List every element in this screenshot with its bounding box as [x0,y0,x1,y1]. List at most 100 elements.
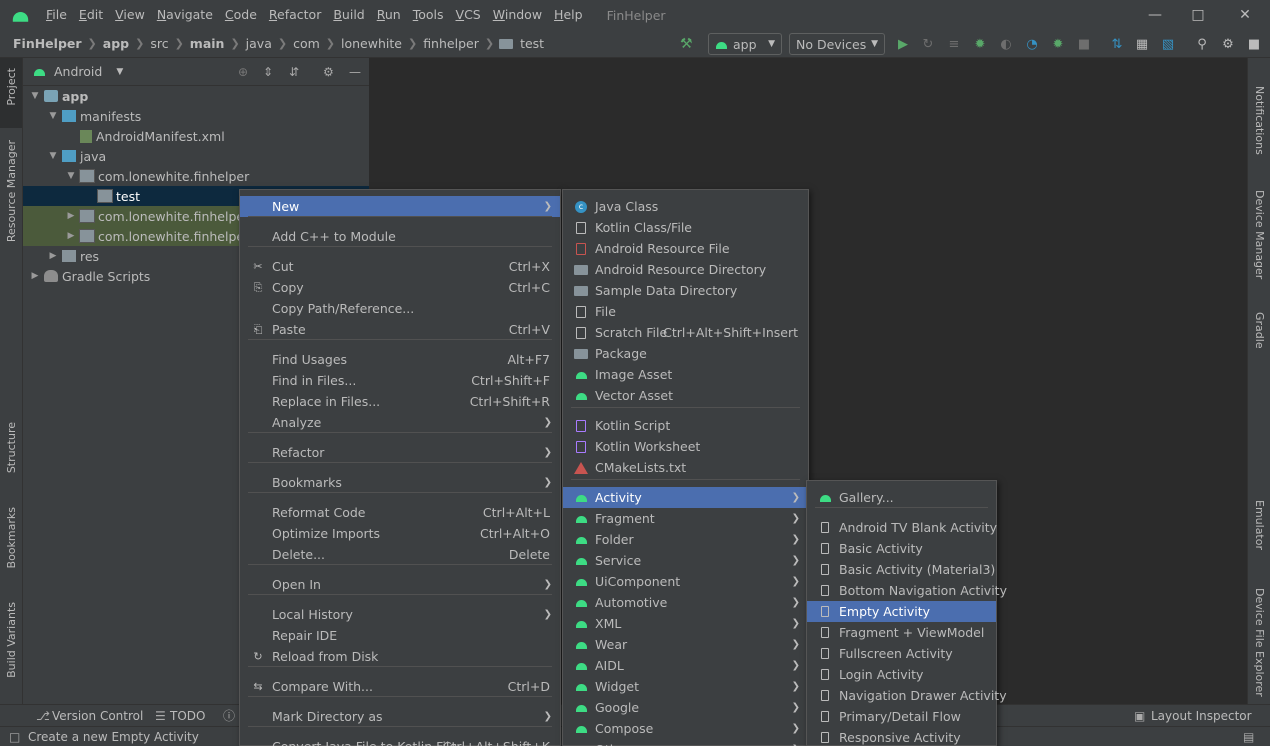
menu-item-delete[interactable]: Delete... Delete [240,544,560,565]
tab-device-manager[interactable]: Device Manager [1253,190,1266,279]
menu-item-fullscreen-activity[interactable]: Fullscreen Activity [807,643,996,664]
collapse-arrow-icon[interactable]: ▶ [65,211,77,221]
menu-item-java-class[interactable]: c Java Class [563,196,808,217]
menu-item-open-in[interactable]: Open In ❯ [240,574,560,595]
tab-layout-inspector[interactable]: Layout Inspector [1151,709,1252,723]
menu-item-paste[interactable]: ⎗ Paste Ctrl+V [240,319,560,340]
expand-arrow-icon[interactable]: ▼ [29,91,41,101]
tab-build-variants[interactable]: Build Variants [5,602,18,678]
lock-icon[interactable]: ▤ [1243,730,1254,744]
menu-item-add-c-to-module[interactable]: Add C++ to Module [240,226,560,247]
menu-item-copy[interactable]: ⎘ Copy Ctrl+C [240,277,560,298]
menu-item-bottom-navigation-activity[interactable]: Bottom Navigation Activity [807,580,1007,601]
sdk-manager-icon[interactable]: ▧ [1159,35,1177,53]
menu-item-convert-java-file-to-kotlin-file[interactable]: Convert Java File to Kotlin FileCtrl+Alt… [240,736,560,746]
avatar-icon[interactable]: ■ [1245,35,1263,53]
menu-item-sample-data-directory[interactable]: Sample Data Directory [563,280,808,301]
close-button[interactable]: ✕ [1222,0,1268,30]
menu-item-uicomponent[interactable]: UiComponent ❯ [563,571,808,592]
menu-item-analyze[interactable]: Analyze ❯ [240,412,560,433]
menu-code[interactable]: Code [219,0,263,30]
menu-item-reload-from-disk[interactable]: ↻ Reload from Disk [240,646,560,667]
breadcrumb-item-com[interactable]: com [290,36,323,51]
tab-notifications[interactable]: Notifications [1253,86,1266,155]
menu-run[interactable]: Run [371,0,407,30]
tab-bookmarks[interactable]: Bookmarks [5,507,18,568]
menu-item-other[interactable]: Other❯ [563,739,808,746]
expand-arrow-icon[interactable]: ▼ [47,151,59,161]
menu-item-file[interactable]: File [563,301,808,322]
collapse-arrow-icon[interactable]: ▶ [47,251,59,261]
apply-changes-icon[interactable]: ↻ [919,35,937,53]
breadcrumb-item-java[interactable]: java [243,36,275,51]
run-icon[interactable]: ▶ [894,35,912,53]
menu-item-basic-activity-material3[interactable]: Basic Activity (Material3) [807,559,996,580]
attach-debugger-icon[interactable]: ◐ [997,35,1015,53]
menu-item-xml[interactable]: XML ❯ [563,613,808,634]
device-select[interactable]: No Devices ▼ [789,33,885,55]
menu-item-kotlin-class-file[interactable]: Kotlin Class/File [563,217,808,238]
tree-item[interactable]: ▼ java [23,146,369,166]
menu-item-empty-activity[interactable]: Empty Activity [807,601,996,622]
menu-help[interactable]: Help [548,0,589,30]
status-toggle-icon[interactable]: □ [9,730,20,744]
tab-device-file-explorer[interactable]: Device File Explorer [1253,588,1266,697]
menu-item-mark-directory-as[interactable]: Mark Directory as ❯ [240,706,560,727]
breadcrumb-item-finhelper[interactable]: FinHelper [10,36,85,51]
device-manager-icon[interactable]: ▦ [1133,35,1151,53]
menu-refactor[interactable]: Refactor [263,0,327,30]
menu-vcs[interactable]: VCS [450,0,487,30]
tab-structure[interactable]: Structure [5,422,18,473]
tab-emulator[interactable]: Emulator [1253,500,1266,550]
coverage-icon[interactable]: ✹ [1049,35,1067,53]
chevron-down-icon[interactable]: ▼ [116,67,123,77]
menu-item-vector-asset[interactable]: Vector Asset [563,385,808,406]
menu-item-android-resource-directory[interactable]: Android Resource Directory [563,259,808,280]
menu-build[interactable]: Build [327,0,370,30]
settings-gear-icon[interactable]: ⚙ [1219,35,1237,53]
collapse-arrow-icon[interactable]: ▶ [29,271,41,281]
menu-item-copy-path-reference[interactable]: Copy Path/Reference... [240,298,560,319]
expand-all-icon[interactable]: ⇕ [263,65,273,79]
profile-icon[interactable]: ◔ [1023,35,1041,53]
minimize-button[interactable]: — [1132,0,1178,30]
menu-item-optimize-imports[interactable]: Optimize Imports Ctrl+Alt+O [240,523,560,544]
menu-window[interactable]: Window [487,0,548,30]
sync-project-icon[interactable]: ⇅ [1108,35,1126,53]
expand-arrow-icon[interactable]: ▼ [65,171,77,181]
menu-item-bookmarks[interactable]: Bookmarks ❯ [240,472,560,493]
collapse-all-icon[interactable]: ⇵ [289,65,299,79]
menu-edit[interactable]: Edit [73,0,109,30]
hide-panel-icon[interactable]: — [349,65,361,79]
menu-item-compare-with[interactable]: ⇆ Compare With... Ctrl+D [240,676,560,697]
menu-item-kotlin-worksheet[interactable]: Kotlin Worksheet [563,436,808,457]
tab-version-control[interactable]: Version Control [52,709,143,723]
menu-item-compose[interactable]: Compose ❯ [563,718,808,739]
menu-item-fragment[interactable]: Fragment ❯ [563,508,808,529]
menu-item-new[interactable]: New ❯ [240,196,560,217]
menu-item-find-usages[interactable]: Find Usages Alt+F7 [240,349,560,370]
expand-arrow-icon[interactable]: ▼ [47,111,59,121]
tree-item[interactable]: ▼ manifests [23,106,369,126]
menu-item-google[interactable]: Google ❯ [563,697,808,718]
tab-gradle[interactable]: Gradle [1253,312,1266,349]
menu-item-find-in-files[interactable]: Find in Files... Ctrl+Shift+F [240,370,560,391]
breadcrumb-item-lonewhite[interactable]: lonewhite [338,36,405,51]
menu-tools[interactable]: Tools [407,0,450,30]
build-hammer-icon[interactable]: ⚒ [680,36,693,52]
menu-item-kotlin-script[interactable]: Kotlin Script [563,415,808,436]
breadcrumb-item-test[interactable]: test [517,36,547,51]
menu-item-scratch-file[interactable]: Scratch File Ctrl+Alt+Shift+Insert [563,322,808,343]
apply-code-icon[interactable]: ≡ [945,35,963,53]
menu-item-responsive-activity[interactable]: Responsive Activity [807,727,996,746]
menu-item-reformat-code[interactable]: Reformat Code Ctrl+Alt+L [240,502,560,523]
menu-item-repair-ide[interactable]: Repair IDE [240,625,560,646]
search-icon[interactable]: ⚲ [1193,35,1211,53]
project-view-select[interactable]: Android [54,64,102,79]
menu-item-primary-detail-flow[interactable]: Primary/Detail Flow [807,706,996,727]
tree-item[interactable]: ▼ com.lonewhite.finhelper [23,166,369,186]
menu-item-basic-activity[interactable]: Basic Activity [807,538,996,559]
menu-navigate[interactable]: Navigate [151,0,219,30]
menu-item-activity[interactable]: Activity ❯ [563,487,808,508]
problems-icon[interactable]: ⓘ [223,707,235,724]
